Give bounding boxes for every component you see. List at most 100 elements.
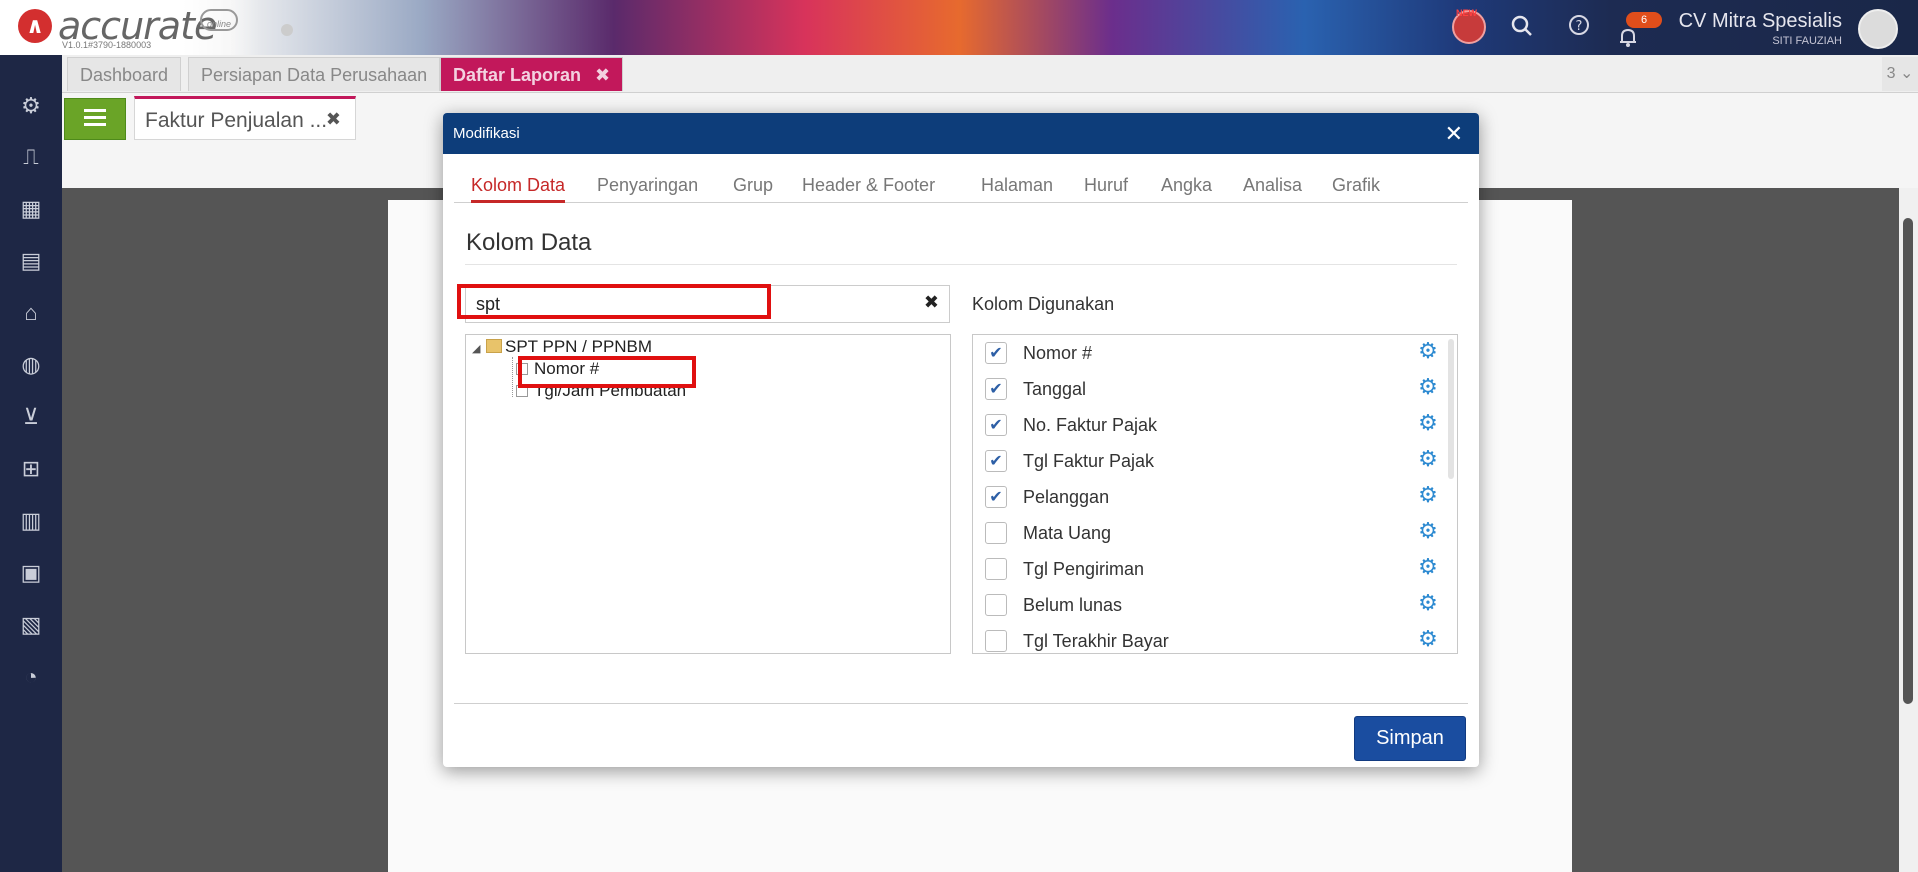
list-item[interactable]: ✔ Tanggal ⚙ — [973, 371, 1443, 407]
gear-icon[interactable]: ⚙ — [1417, 448, 1439, 470]
used-list-scrollbar[interactable] — [1448, 339, 1454, 479]
vertical-scrollbar[interactable] — [1899, 188, 1918, 872]
tab-grup[interactable]: Grup — [733, 169, 773, 203]
tab-persiapan-data[interactable]: Persiapan Data Perusahaan — [188, 57, 441, 91]
folder-icon — [486, 339, 502, 353]
tab-kolom-data[interactable]: Kolom Data — [471, 169, 566, 203]
collapse-icon[interactable]: ◢ — [472, 342, 486, 355]
column-checkbox[interactable] — [985, 522, 1007, 544]
modifikasi-dialog: Modifikasi ✕ Kolom Data Penyaringan Grup… — [443, 113, 1479, 767]
close-dialog-icon[interactable]: ✕ — [1445, 113, 1463, 154]
close-report-tab-icon[interactable]: ✖ — [326, 109, 341, 130]
tab-angka[interactable]: Angka — [1161, 169, 1212, 203]
shopping-cart-icon[interactable]: ⊻ — [15, 401, 47, 433]
list-item[interactable]: Belum lunas ⚙ — [973, 587, 1443, 623]
column-checkbox[interactable]: ✔ — [985, 486, 1007, 508]
main-tab-bar: Dashboard Persiapan Data Perusahaan Daft… — [62, 55, 1918, 93]
money-bag-icon[interactable]: ◍ — [15, 349, 47, 381]
help-icon[interactable]: ? — [1565, 14, 1593, 42]
column-label: Mata Uang — [1023, 523, 1112, 543]
column-checkbox[interactable]: ✔ — [985, 414, 1007, 436]
gear-icon[interactable]: ⚙ — [1417, 412, 1439, 434]
search-icon[interactable] — [1508, 14, 1536, 42]
bell-icon[interactable] — [1614, 26, 1642, 54]
tab-halaman[interactable]: Halaman — [981, 169, 1053, 203]
used-columns-list: ✔ Nomor # ⚙ ✔ Tanggal ⚙ ✔ No. Faktur Paj… — [972, 334, 1458, 654]
tree-node-nomor[interactable]: Nomor # — [516, 359, 599, 379]
list-item[interactable]: Tgl Pengiriman ⚙ — [973, 551, 1443, 587]
tab-daftar-laporan[interactable]: Daftar Laporan ✖ — [440, 57, 624, 91]
scrollbar-thumb[interactable] — [1903, 218, 1913, 704]
tree-checkbox[interactable] — [516, 385, 528, 397]
column-search-input[interactable] — [470, 288, 910, 320]
column-label: Tgl Faktur Pajak — [1023, 451, 1155, 471]
tree-node-label: SPT PPN / PPNBM — [505, 337, 653, 356]
inventory-icon[interactable]: ▣ — [15, 557, 47, 589]
avatar[interactable] — [1858, 9, 1898, 49]
section-divider — [465, 264, 1457, 265]
column-label: No. Faktur Pajak — [1023, 415, 1158, 435]
report-chart-icon[interactable]: ◔ — [15, 661, 47, 693]
tax-document-icon[interactable]: ▧ — [15, 609, 47, 641]
column-label: Tgl Terakhir Bayar — [1023, 631, 1169, 651]
gear-icon[interactable]: ⚙ — [1417, 556, 1439, 578]
delivery-cart-icon[interactable]: ⊞ — [15, 453, 47, 485]
column-label: Belum lunas — [1023, 595, 1123, 615]
svg-text:?: ? — [1576, 19, 1583, 34]
list-item[interactable]: ✔ Pelanggan ⚙ — [973, 479, 1443, 515]
dialog-title: Modifikasi — [453, 125, 520, 142]
tree-node-spt-ppn[interactable]: ◢ SPT PPN / PPNBM — [472, 337, 652, 357]
section-title: Kolom Data — [466, 229, 592, 256]
bank-icon[interactable]: ⌂ — [15, 297, 47, 329]
ledger-book-icon[interactable]: ▤ — [15, 245, 47, 277]
tree-node-tgl-jam[interactable]: Tgl/Jam Pembuatan — [516, 381, 686, 401]
tree-checkbox[interactable] — [516, 363, 528, 375]
tab-analisa[interactable]: Analisa — [1243, 169, 1302, 203]
tab-grafik[interactable]: Grafik — [1332, 169, 1380, 203]
accurate-logo-icon: ∧ — [18, 9, 52, 43]
settings-gear-icon[interactable]: ⚙ — [15, 90, 47, 122]
tab-dashboard[interactable]: Dashboard — [67, 57, 182, 91]
column-checkbox[interactable]: ✔ — [985, 342, 1007, 364]
close-tab-icon[interactable]: ✖ — [595, 65, 610, 85]
tab-label: Daftar Laporan — [453, 65, 582, 85]
gear-icon[interactable]: ⚙ — [1417, 376, 1439, 398]
tab-huruf[interactable]: Huruf — [1084, 169, 1128, 203]
available-columns-tree: ◢ SPT PPN / PPNBM Nomor # Tgl/Jam Pembuat… — [465, 334, 951, 654]
gear-icon[interactable]: ⚙ — [1417, 520, 1439, 542]
warehouse-icon[interactable]: ▥ — [15, 505, 47, 537]
tab-overflow-dropdown[interactable]: 3 ⌄ — [1882, 57, 1918, 91]
status-dot — [281, 24, 293, 36]
list-item[interactable]: ✔ Nomor # ⚙ — [973, 335, 1443, 371]
company-info[interactable]: CV Mitra Spesialis SITI FAUZIAH — [1679, 10, 1842, 47]
clear-search-icon[interactable]: ✖ — [924, 292, 939, 313]
list-item[interactable]: ✔ Tgl Faktur Pajak ⚙ — [973, 443, 1443, 479]
tab-penyaringan[interactable]: Penyaringan — [597, 169, 698, 203]
list-item[interactable]: Mata Uang ⚙ — [973, 515, 1443, 551]
column-label: Nomor # — [1023, 343, 1093, 363]
gear-icon[interactable]: ⚙ — [1417, 484, 1439, 506]
building-icon[interactable]: ▦ — [15, 193, 47, 225]
column-checkbox[interactable] — [985, 594, 1007, 616]
list-item[interactable]: Tgl Terakhir Bayar ⚙ — [973, 623, 1443, 653]
tree-node-label: Nomor # — [534, 359, 600, 378]
column-checkbox[interactable] — [985, 558, 1007, 580]
cash-register-icon[interactable]: ⎍ — [15, 141, 47, 173]
column-checkbox[interactable]: ✔ — [985, 378, 1007, 400]
version-label: V1.0.1#3790-1880003 — [62, 40, 152, 50]
column-checkbox[interactable]: ✔ — [985, 450, 1007, 472]
list-item[interactable]: ✔ No. Faktur Pajak ⚙ — [973, 407, 1443, 443]
left-sidebar: ⚙ ⎍ ▦ ▤ ⌂ ◍ ⊻ ⊞ ▥ ▣ ▧ ◔ — [0, 55, 62, 872]
gear-icon[interactable]: ⚙ — [1417, 340, 1439, 362]
save-button[interactable]: Simpan — [1354, 716, 1466, 761]
new-badge-label: NEW — [1456, 8, 1477, 18]
column-checkbox[interactable] — [985, 630, 1007, 652]
gear-icon[interactable]: ⚙ — [1417, 592, 1439, 614]
report-tab-label: Faktur Penjualan ... — [145, 109, 328, 132]
report-list-button[interactable] — [64, 98, 126, 140]
column-label: Pelanggan — [1023, 487, 1110, 507]
column-search-box: ✖ — [465, 285, 950, 323]
tab-header-footer[interactable]: Header & Footer — [802, 169, 935, 203]
gear-icon[interactable]: ⚙ — [1417, 628, 1439, 650]
tab-faktur-penjualan[interactable]: Faktur Penjualan ... ✖ — [134, 96, 356, 140]
